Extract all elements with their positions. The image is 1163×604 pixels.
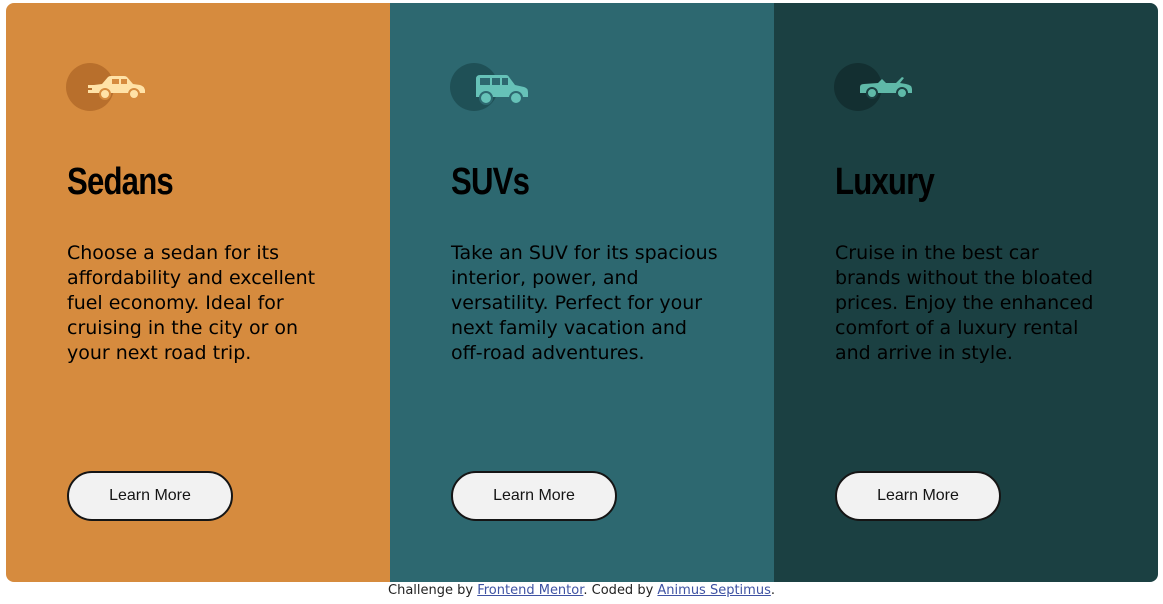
card-title: SUVs [451,161,530,203]
learn-more-button[interactable]: Learn More [451,471,617,521]
icon-wrapper [66,63,156,113]
attribution-middle: . Coded by [583,583,658,598]
card-suvs: SUVs Take an SUV for its spacious interi… [390,3,774,582]
card-description: Take an SUV for its spacious interior, p… [451,242,718,364]
luxury-car-icon [860,77,912,99]
author-link[interactable]: Animus Septimus [657,583,770,598]
icon-wrapper [834,63,924,113]
card-description: Choose a sedan for its affordability and… [67,242,316,364]
card-description: Cruise in the best car brands without th… [835,242,1094,364]
card-luxury: Luxury Cruise in the best car brands wit… [774,3,1158,582]
sedan-car-icon [88,76,145,100]
frontend-mentor-link[interactable]: Frontend Mentor [477,583,583,598]
card-title: Sedans [67,161,174,203]
attribution: Challenge by Frontend Mentor. Coded by A… [0,583,1163,598]
card-sedans: Sedans Choose a sedan for its affordabil… [6,3,390,582]
learn-more-button[interactable]: Learn More [67,471,233,521]
attribution-suffix: . [770,583,775,598]
learn-more-button[interactable]: Learn More [835,471,1001,521]
icon-wrapper [450,63,540,113]
card-title: Luxury [835,161,935,203]
suv-car-icon [476,75,528,105]
car-cards-container: Sedans Choose a sedan for its affordabil… [6,3,1158,582]
attribution-prefix: Challenge by [388,583,478,598]
